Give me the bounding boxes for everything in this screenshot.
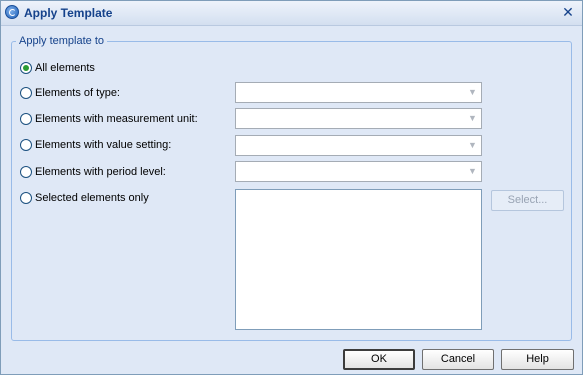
title-bar: Apply Template ✕ [1,1,582,26]
option-period-level[interactable]: Elements with period level: [20,164,166,180]
option-all-elements[interactable]: All elements [20,60,95,76]
radio-all-elements[interactable] [20,62,32,74]
period-level-combo[interactable]: ▼ [235,161,482,182]
group-legend: Apply template to [19,35,104,47]
option-measurement-unit[interactable]: Elements with measurement unit: [20,111,198,127]
chevron-down-icon[interactable]: ▼ [465,84,480,101]
ok-button[interactable]: OK [343,349,415,370]
help-button[interactable]: Help [501,349,574,370]
close-icon[interactable]: ✕ [560,4,576,20]
select-button-label: Select... [507,194,548,206]
option-selected-elements[interactable]: Selected elements only [20,190,149,206]
radio-value-setting[interactable] [20,139,32,151]
selected-elements-list[interactable] [235,189,482,330]
option-elements-of-type[interactable]: Elements of type: [20,85,120,101]
option-label: Elements with measurement unit: [35,113,198,125]
ok-button-label: OK [371,353,387,365]
cancel-button[interactable]: Cancel [422,349,494,370]
value-setting-combo[interactable]: ▼ [235,135,482,156]
app-logo-icon [5,5,19,19]
radio-elements-of-type[interactable] [20,87,32,99]
option-label: Elements of type: [35,87,120,99]
select-button[interactable]: Select... [491,190,564,211]
option-value-setting[interactable]: Elements with value setting: [20,137,171,153]
element-type-combo[interactable]: ▼ [235,82,482,103]
help-button-label: Help [526,353,549,365]
cancel-button-label: Cancel [440,353,476,365]
chevron-down-icon[interactable]: ▼ [465,137,480,154]
option-label: Elements with value setting: [35,139,172,151]
option-label: All elements [35,62,95,74]
apply-template-dialog: Apply Template ✕ Apply template to All e… [0,0,583,375]
radio-measurement-unit[interactable] [20,113,32,125]
option-label: Selected elements only [35,192,149,204]
radio-period-level[interactable] [20,166,32,178]
option-label: Elements with period level: [35,166,166,178]
chevron-down-icon[interactable]: ▼ [465,110,480,127]
chevron-down-icon[interactable]: ▼ [465,163,480,180]
window-title: Apply Template [24,6,113,20]
radio-selected-elements[interactable] [20,192,32,204]
measurement-unit-combo[interactable]: ▼ [235,108,482,129]
